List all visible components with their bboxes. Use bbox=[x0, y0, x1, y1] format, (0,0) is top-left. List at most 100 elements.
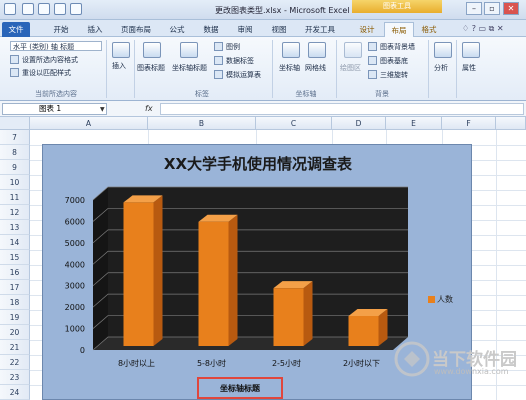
row-header[interactable]: 10 bbox=[0, 175, 30, 190]
fx-icon[interactable]: fx bbox=[145, 104, 153, 113]
data-labels-button[interactable]: 数据标签 bbox=[226, 56, 254, 66]
column-header[interactable]: B bbox=[148, 117, 256, 130]
chart-title-button[interactable]: 图表标题 bbox=[137, 63, 165, 73]
chart-tools-banner: 图表工具 bbox=[352, 0, 442, 13]
column-header-extra[interactable] bbox=[496, 117, 526, 130]
tab-format[interactable]: 格式 bbox=[416, 22, 442, 37]
gridlines-button[interactable]: 网格线 bbox=[305, 63, 326, 73]
worksheet[interactable]: A B C D E F 7 8 9 10 11 12 13 14 15 16 17 18 19 20 21 2… bbox=[0, 117, 526, 400]
row-header[interactable]: 21 bbox=[0, 340, 30, 355]
chart-title[interactable]: XX大学手机使用情况调查表 bbox=[43, 153, 473, 174]
properties-button[interactable]: 属性 bbox=[462, 63, 476, 73]
x-tick-label: 2-5小时 bbox=[272, 358, 301, 368]
row-header[interactable]: 24 bbox=[0, 385, 30, 400]
tab-formulas[interactable]: 公式 bbox=[162, 22, 192, 37]
gridlines-icon bbox=[308, 42, 326, 58]
row-header[interactable]: 18 bbox=[0, 295, 30, 310]
axis-titles-button[interactable]: 坐标轴标题 bbox=[172, 63, 207, 73]
group-label-labels: 标签 bbox=[195, 90, 209, 98]
name-box[interactable]: 图表 1 bbox=[2, 103, 107, 115]
undo-icon[interactable] bbox=[38, 3, 50, 15]
title-bar: 更改图表类型.xlsx - Microsoft Excel 图表工具 – ▫ ✕ bbox=[0, 0, 526, 20]
row-header[interactable]: 13 bbox=[0, 220, 30, 235]
tab-insert[interactable]: 插入 bbox=[80, 22, 110, 37]
group-label-background: 背景 bbox=[375, 90, 389, 98]
row-header[interactable]: 8 bbox=[0, 145, 30, 160]
watermark-url: www.downxia.com bbox=[434, 367, 509, 376]
chart-wall-button[interactable]: 图表背景墙 bbox=[380, 42, 415, 52]
formula-bar: 图表 1 ▼ fx bbox=[0, 101, 526, 117]
group-separator bbox=[272, 40, 273, 98]
tab-layout[interactable]: 布局 bbox=[384, 22, 414, 37]
insert-icon bbox=[112, 42, 130, 58]
y-tick-label: 3000 bbox=[65, 282, 85, 291]
legend-label[interactable]: 人数 bbox=[437, 294, 453, 305]
row-header[interactable]: 17 bbox=[0, 280, 30, 295]
format-selection-button[interactable]: 设置所选内容格式 bbox=[22, 55, 78, 65]
row-header[interactable]: 12 bbox=[0, 205, 30, 220]
axes-button[interactable]: 坐标轴 bbox=[279, 63, 300, 73]
row-header[interactable]: 15 bbox=[0, 250, 30, 265]
column-header[interactable]: E bbox=[386, 117, 442, 130]
excel-icon[interactable] bbox=[4, 3, 16, 15]
y-tick-label: 5000 bbox=[65, 239, 85, 248]
column-header[interactable]: A bbox=[30, 117, 148, 130]
chart-side-wall bbox=[93, 187, 108, 350]
restore-button[interactable]: ▫ bbox=[484, 2, 500, 15]
help-icons[interactable]: ♢ ? ▭ ⧉ ✕ bbox=[462, 24, 504, 34]
select-all-corner[interactable] bbox=[0, 117, 30, 130]
x-axis-title[interactable]: 坐标轴标题 bbox=[199, 383, 281, 394]
bar-side bbox=[228, 214, 238, 346]
row-header[interactable]: 9 bbox=[0, 160, 30, 175]
y-tick-label: 2000 bbox=[65, 303, 85, 312]
column-header[interactable]: C bbox=[256, 117, 332, 130]
row-header[interactable]: 7 bbox=[0, 130, 30, 145]
chart-floor-button[interactable]: 图表基底 bbox=[380, 56, 408, 66]
tab-design[interactable]: 设计 bbox=[352, 22, 382, 37]
close-button[interactable]: ✕ bbox=[503, 2, 519, 15]
group-separator bbox=[134, 40, 135, 98]
tab-review[interactable]: 审阅 bbox=[230, 22, 260, 37]
column-header[interactable]: D bbox=[332, 117, 386, 130]
row-header[interactable]: 19 bbox=[0, 310, 30, 325]
analysis-button[interactable]: 分析 bbox=[434, 63, 448, 73]
customize-toolbar-icon[interactable] bbox=[70, 3, 82, 15]
data-table-button[interactable]: 模拟运算表 bbox=[226, 70, 261, 80]
axis-title-selection-box[interactable]: 坐标轴标题 bbox=[197, 377, 283, 399]
reset-style-button[interactable]: 重设以匹配样式 bbox=[22, 68, 71, 78]
row-header[interactable]: 14 bbox=[0, 235, 30, 250]
legend-icon bbox=[214, 42, 223, 51]
x-tick-label: 5-8小时 bbox=[197, 358, 226, 368]
data-labels-icon bbox=[214, 56, 223, 65]
plot-area-button[interactable]: 绘图区 bbox=[340, 63, 361, 73]
axes-icon bbox=[282, 42, 300, 58]
tab-view[interactable]: 视图 bbox=[264, 22, 294, 37]
x-tick-label: 2小时以下 bbox=[343, 358, 380, 368]
insert-button[interactable]: 插入 bbox=[112, 61, 126, 71]
tab-data[interactable]: 数据 bbox=[196, 22, 226, 37]
row-header[interactable]: 11 bbox=[0, 190, 30, 205]
minimize-button[interactable]: – bbox=[466, 2, 482, 15]
chart-title-icon bbox=[143, 42, 161, 58]
window-title: 更改图表类型.xlsx - Microsoft Excel bbox=[215, 6, 350, 15]
row-header[interactable]: 22 bbox=[0, 355, 30, 370]
legend-button[interactable]: 图例 bbox=[226, 42, 240, 52]
tab-file[interactable]: 文件 bbox=[2, 22, 30, 37]
formula-input[interactable] bbox=[160, 103, 524, 115]
save-icon[interactable] bbox=[22, 3, 34, 15]
redo-icon[interactable] bbox=[54, 3, 66, 15]
y-tick-label: 4000 bbox=[65, 260, 85, 269]
y-tick-label: 7000 bbox=[65, 196, 85, 205]
group-label-axes: 坐标轴 bbox=[295, 90, 317, 98]
bar-side bbox=[153, 195, 163, 346]
row-header[interactable]: 20 bbox=[0, 325, 30, 340]
tab-developer[interactable]: 开发工具 bbox=[298, 22, 342, 37]
name-box-dropdown-icon[interactable]: ▼ bbox=[100, 106, 105, 113]
column-header[interactable]: F bbox=[442, 117, 496, 130]
row-header[interactable]: 23 bbox=[0, 370, 30, 385]
tab-page-layout[interactable]: 页面布局 bbox=[114, 22, 158, 37]
rotation-3d-button[interactable]: 三维旋转 bbox=[380, 70, 408, 80]
selection-dropdown[interactable]: 水平 (类别) 轴 标题 bbox=[10, 41, 102, 51]
row-header[interactable]: 16 bbox=[0, 265, 30, 280]
tab-home[interactable]: 开始 bbox=[46, 22, 76, 37]
